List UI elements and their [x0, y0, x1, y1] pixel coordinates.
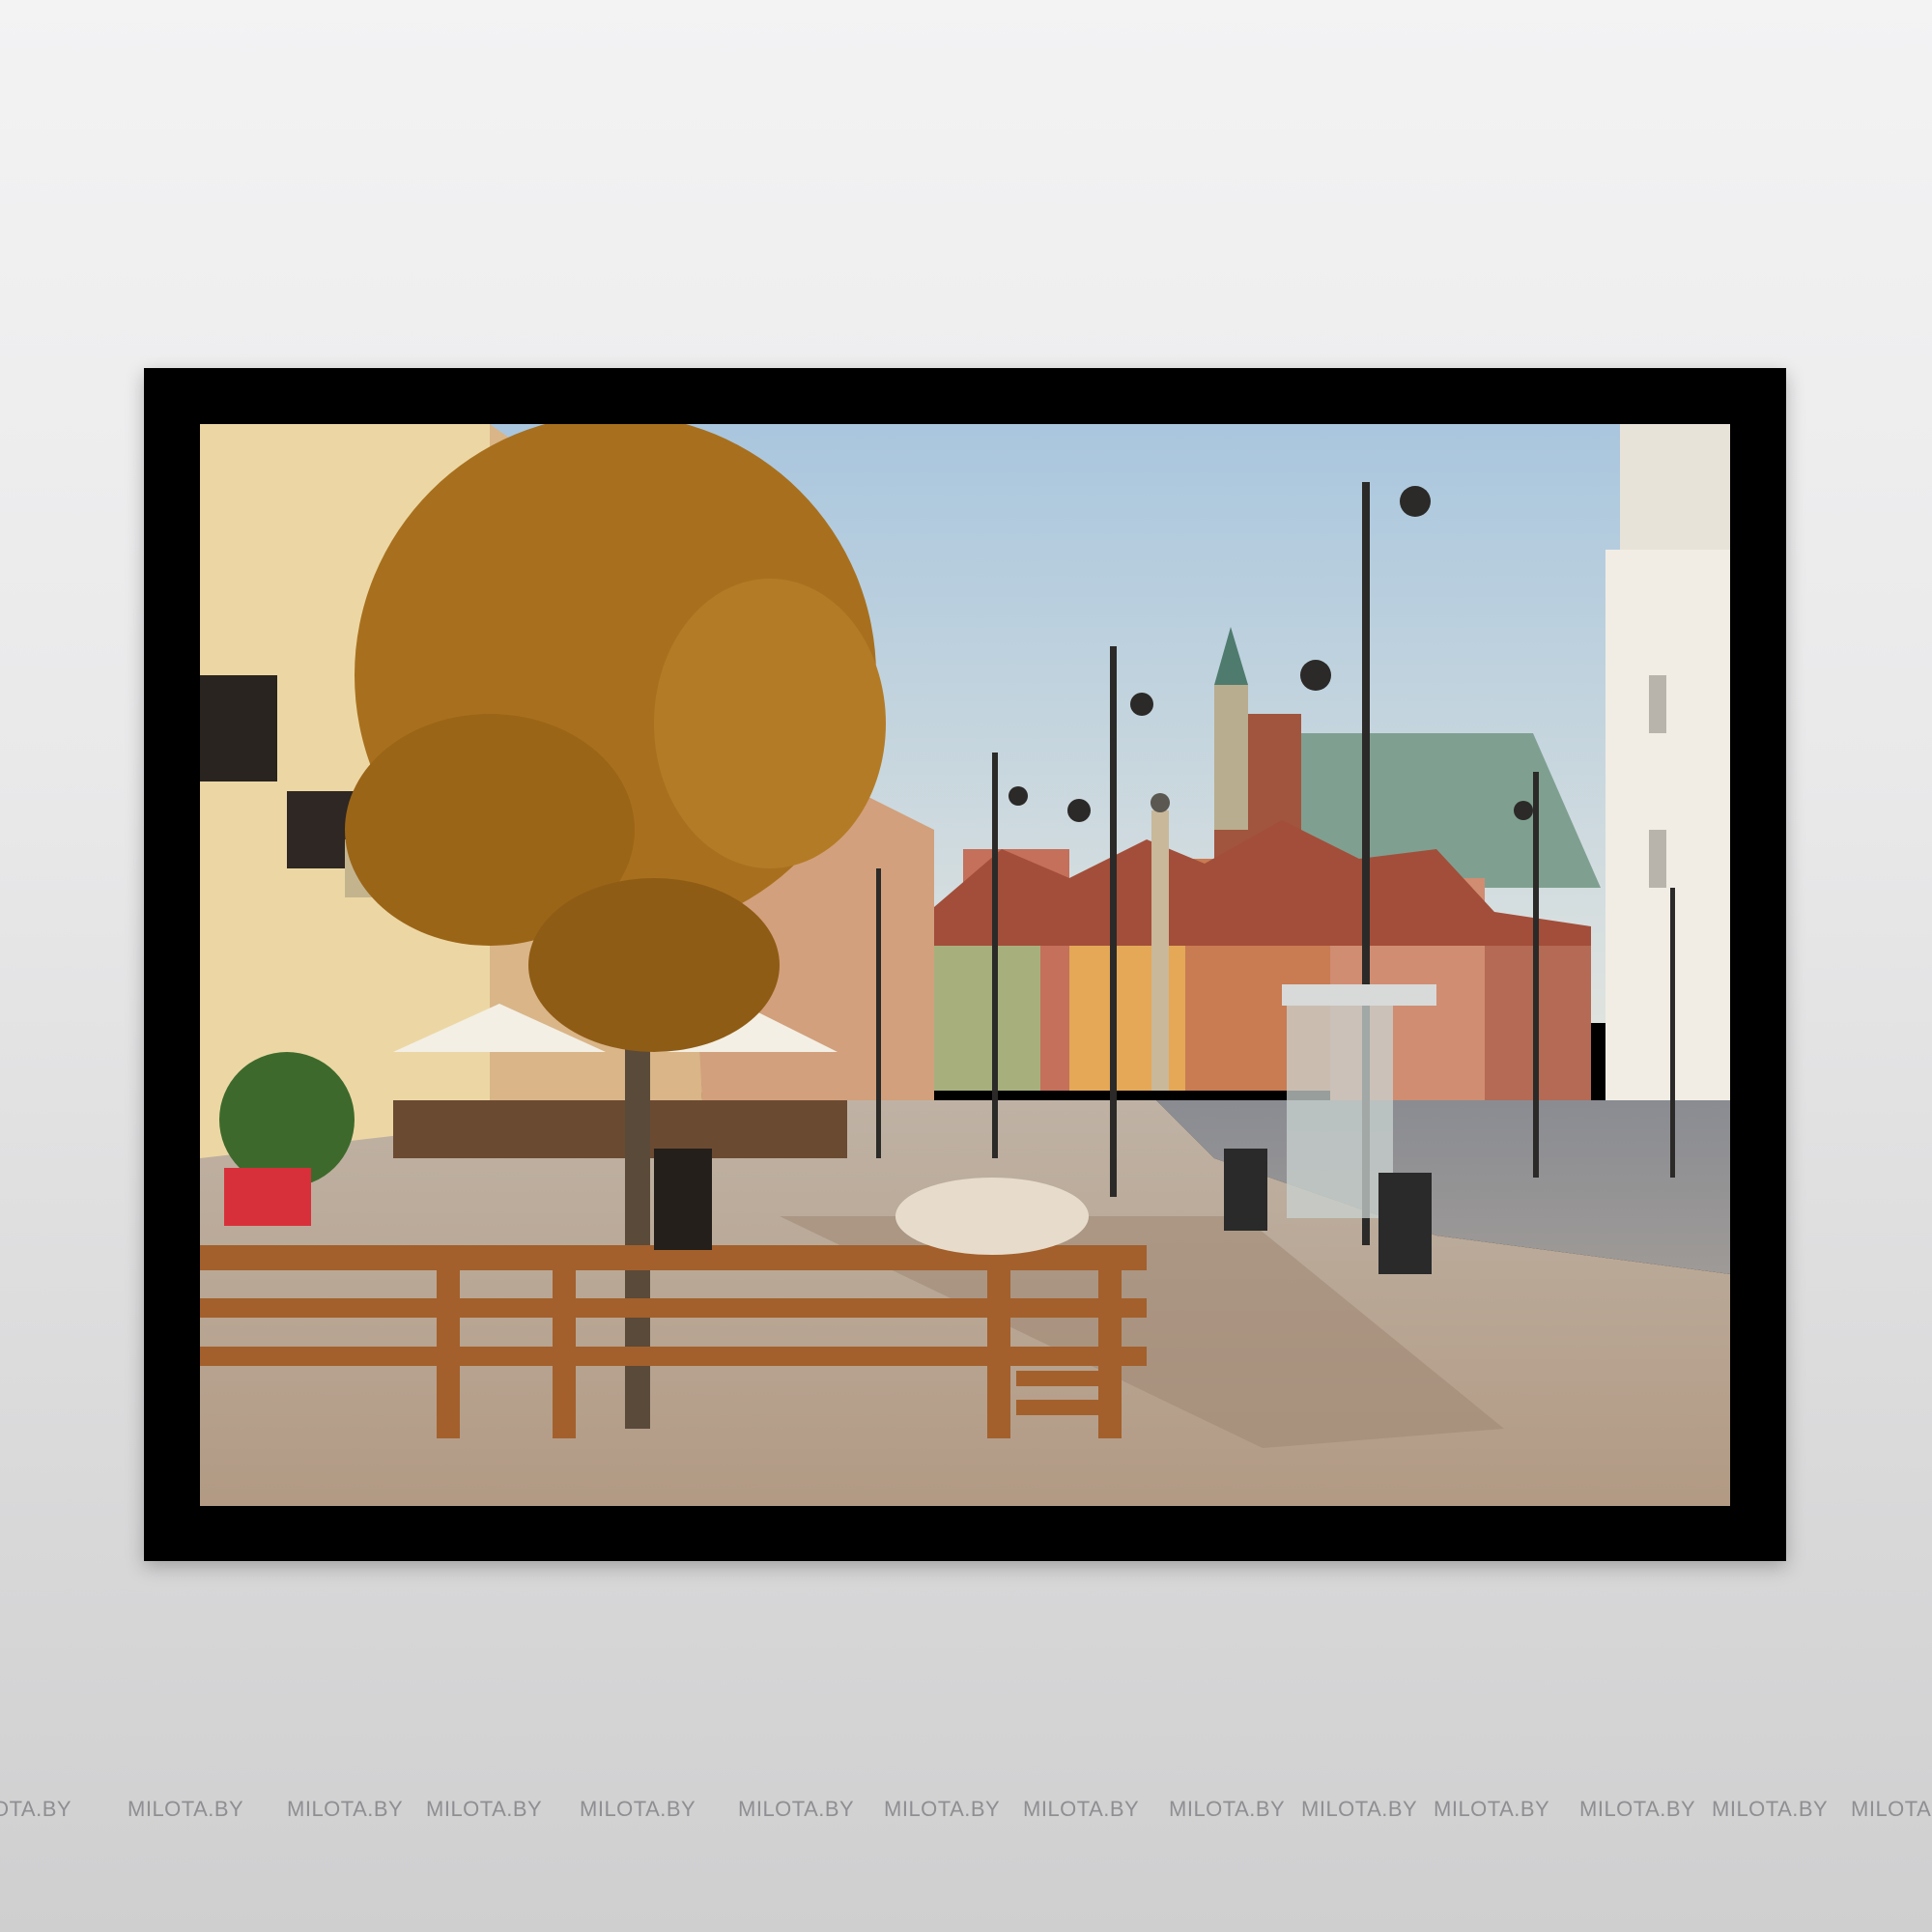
- shrub: [219, 1052, 355, 1187]
- balcony-2: [287, 791, 355, 868]
- street-scene-image: [200, 424, 1730, 1506]
- bollard-bin: [1224, 1149, 1267, 1231]
- watermark-text: MILOTA.BY: [128, 1797, 244, 1821]
- bus-shelter-roof: [1282, 984, 1436, 1006]
- watermark-text: MILOTA: [1851, 1797, 1932, 1821]
- chalkboard-sign: [654, 1149, 712, 1250]
- watermark-text: MILOTA.BY: [1169, 1797, 1286, 1821]
- white-tower: [1605, 550, 1730, 1120]
- watermark-text: MILOTA.BY: [580, 1797, 696, 1821]
- watermark-text: MILOTA.BY: [1301, 1797, 1418, 1821]
- bus-shelter-glass: [1287, 1006, 1393, 1218]
- watermark-text: MILOTA.BY: [287, 1797, 404, 1821]
- cushions: [895, 1178, 1089, 1255]
- tower-top: [1620, 424, 1730, 550]
- tower-window-1: [1649, 675, 1666, 733]
- sigismund-column: [1151, 810, 1169, 1091]
- watermark-text: OTA.BY: [0, 1797, 72, 1821]
- watermark-text: MILOTA.BY: [1023, 1797, 1140, 1821]
- watermark-text: MILOTA.BY: [426, 1797, 543, 1821]
- tree-canopy-right: [654, 579, 886, 868]
- watermark-text: MILOTA.BY: [1434, 1797, 1550, 1821]
- church-tower: [1214, 685, 1248, 830]
- trash-bin: [1378, 1173, 1432, 1274]
- watermark-row: OTA.BY MILOTA.BY MILOTA.BY MILOTA.BY MIL…: [0, 1797, 1932, 1830]
- watermark-text: MILOTA.BY: [738, 1797, 855, 1821]
- column-statue: [1151, 793, 1170, 812]
- cafe-fence: [393, 1100, 847, 1158]
- framed-photo: [200, 424, 1730, 1506]
- red-planter: [224, 1168, 311, 1226]
- tree-canopy-low: [528, 878, 780, 1052]
- watermark-text: MILOTA.BY: [1712, 1797, 1829, 1821]
- watermark-text: MILOTA.BY: [1579, 1797, 1696, 1821]
- watermark-text: MILOTA.BY: [884, 1797, 1001, 1821]
- balcony-1: [200, 675, 277, 781]
- tower-window-2: [1649, 830, 1666, 888]
